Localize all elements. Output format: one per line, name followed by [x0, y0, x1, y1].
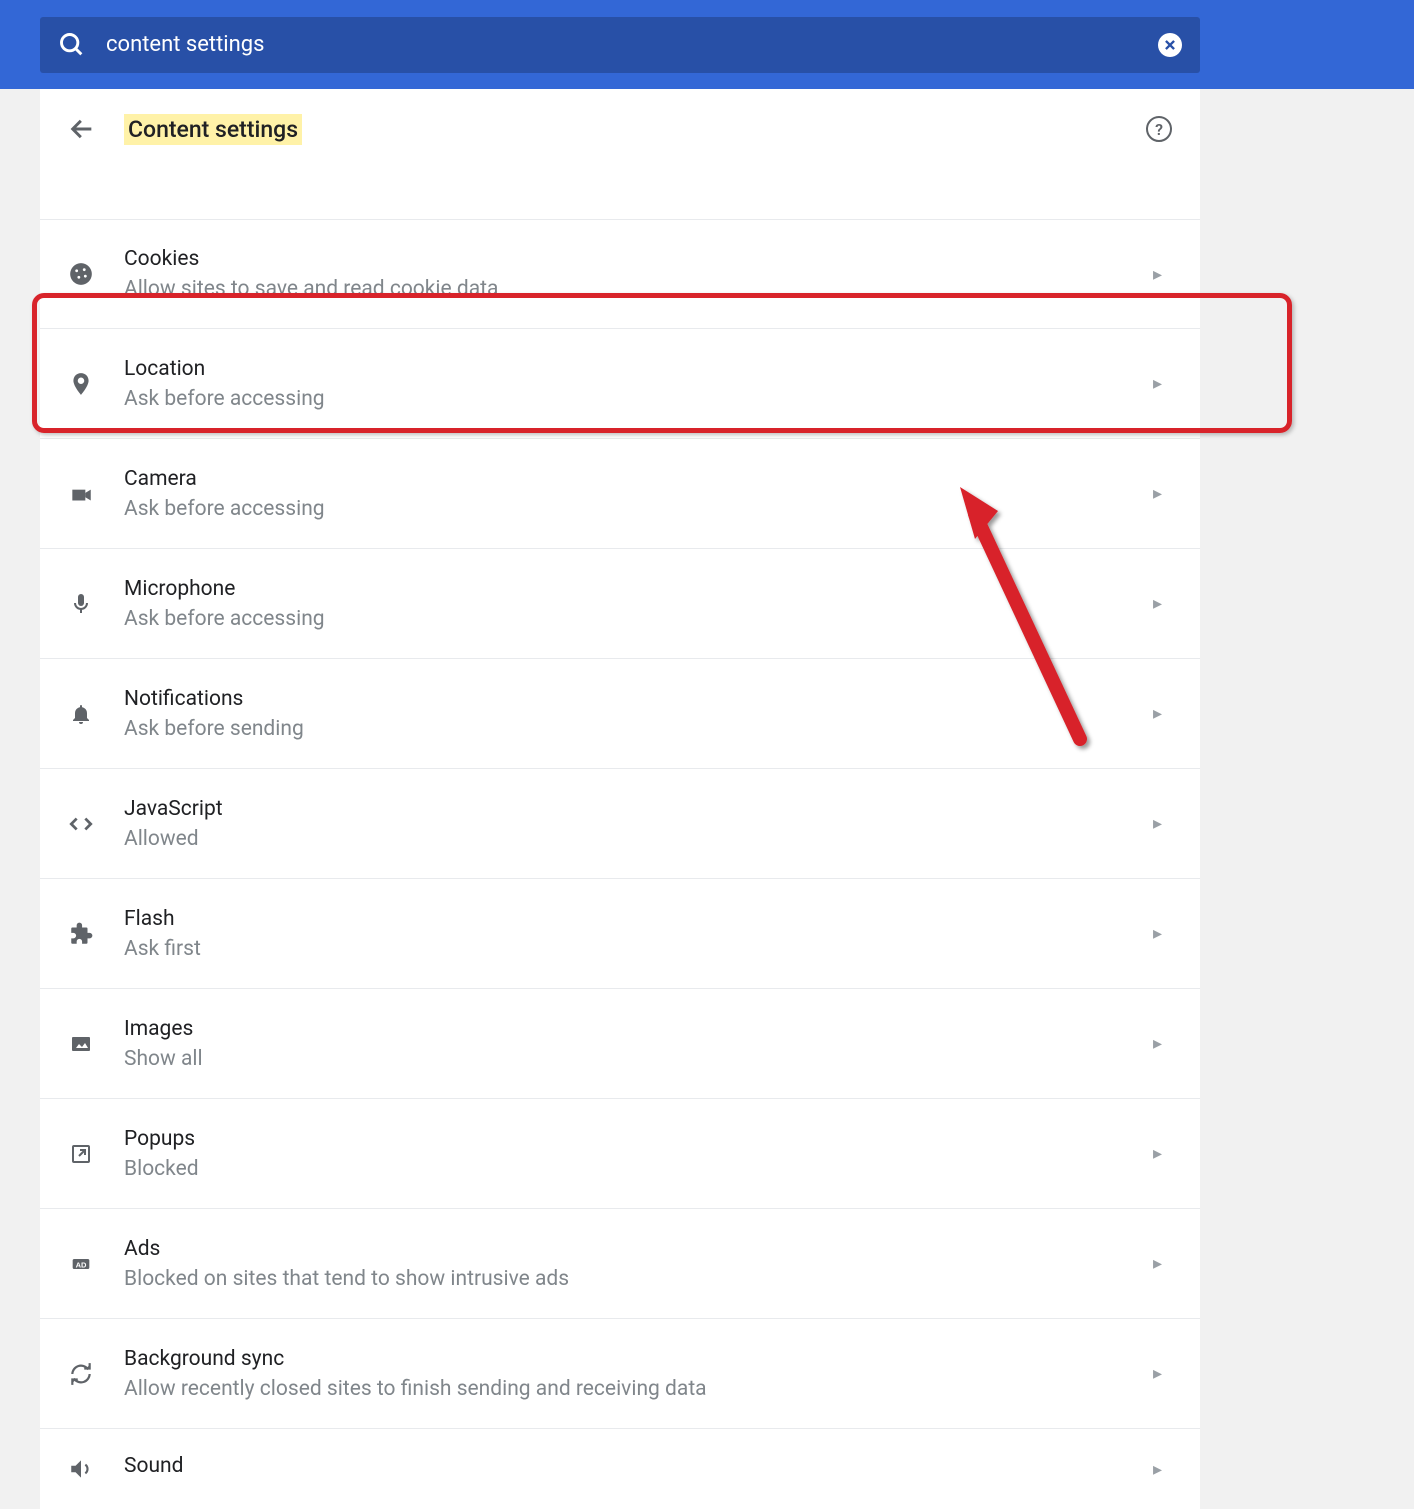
setting-cookies[interactable]: Cookies Allow sites to save and read coo… [40, 219, 1200, 329]
setting-title: Camera [124, 467, 1153, 491]
setting-text: Flash Ask first [124, 907, 1153, 961]
setting-text: Background sync Allow recently closed si… [124, 1347, 1153, 1401]
chevron-right-icon: ▸ [1153, 1253, 1162, 1274]
setting-text: Sound [124, 1454, 1153, 1484]
setting-text: Camera Ask before accessing [124, 467, 1153, 521]
setting-camera[interactable]: Camera Ask before accessing ▸ [40, 439, 1200, 549]
setting-subtitle: Blocked [124, 1157, 1153, 1181]
image-icon [68, 1031, 94, 1057]
chevron-right-icon: ▸ [1153, 703, 1162, 724]
setting-location[interactable]: Location Ask before accessing ▸ [40, 329, 1200, 439]
chevron-right-icon: ▸ [1153, 1033, 1162, 1054]
bell-icon [68, 701, 94, 727]
setting-subtitle: Ask before sending [124, 717, 1153, 741]
settings-list: Cookies Allow sites to save and read coo… [40, 219, 1200, 1509]
sync-icon [68, 1361, 94, 1387]
setting-subtitle: Ask first [124, 937, 1153, 961]
chevron-right-icon: ▸ [1153, 813, 1162, 834]
chevron-right-icon: ▸ [1153, 483, 1162, 504]
setting-images[interactable]: Images Show all ▸ [40, 989, 1200, 1099]
extension-icon [68, 921, 94, 947]
chevron-right-icon: ▸ [1153, 593, 1162, 614]
setting-subtitle: Show all [124, 1047, 1153, 1071]
chevron-right-icon: ▸ [1153, 373, 1162, 394]
setting-text: Popups Blocked [124, 1127, 1153, 1181]
svg-text:AD: AD [76, 1260, 87, 1269]
help-icon[interactable]: ? [1146, 116, 1172, 142]
setting-title: Popups [124, 1127, 1153, 1151]
setting-javascript[interactable]: JavaScript Allowed ▸ [40, 769, 1200, 879]
location-icon [68, 371, 94, 397]
setting-text: Cookies Allow sites to save and read coo… [124, 247, 1153, 301]
content-panel: Content settings ? Cookies Allow sites t… [40, 89, 1200, 1509]
setting-title: JavaScript [124, 797, 1153, 821]
setting-background-sync[interactable]: Background sync Allow recently closed si… [40, 1319, 1200, 1429]
setting-sound[interactable]: Sound ▸ [40, 1429, 1200, 1509]
setting-title: Images [124, 1017, 1153, 1041]
back-arrow-icon[interactable] [68, 115, 96, 143]
setting-title: Notifications [124, 687, 1153, 711]
setting-ads[interactable]: AD Ads Blocked on sites that tend to sho… [40, 1209, 1200, 1319]
setting-subtitle: Allowed [124, 827, 1153, 851]
setting-title: Microphone [124, 577, 1153, 601]
camera-icon [68, 481, 94, 507]
setting-title: Sound [124, 1454, 1153, 1478]
clear-search-icon[interactable] [1158, 33, 1182, 57]
setting-subtitle: Ask before accessing [124, 497, 1153, 521]
setting-text: Location Ask before accessing [124, 357, 1153, 411]
setting-subtitle: Blocked on sites that tend to show intru… [124, 1267, 1153, 1291]
page-header: Content settings ? [40, 89, 1200, 169]
setting-subtitle: Ask before accessing [124, 607, 1153, 631]
setting-title: Background sync [124, 1347, 1153, 1371]
setting-microphone[interactable]: Microphone Ask before accessing ▸ [40, 549, 1200, 659]
setting-notifications[interactable]: Notifications Ask before sending ▸ [40, 659, 1200, 769]
setting-text: JavaScript Allowed [124, 797, 1153, 851]
microphone-icon [68, 591, 94, 617]
page-title: Content settings [124, 114, 302, 145]
chevron-right-icon: ▸ [1153, 1363, 1162, 1384]
popup-icon [68, 1141, 94, 1167]
setting-text: Images Show all [124, 1017, 1153, 1071]
setting-title: Flash [124, 907, 1153, 931]
setting-title: Cookies [124, 247, 1153, 271]
sound-icon [68, 1456, 94, 1482]
setting-title: Location [124, 357, 1153, 381]
ad-icon: AD [68, 1251, 94, 1277]
search-icon [58, 31, 86, 59]
setting-text: Ads Blocked on sites that tend to show i… [124, 1237, 1153, 1291]
setting-subtitle: Allow recently closed sites to finish se… [124, 1377, 1153, 1401]
chevron-right-icon: ▸ [1153, 923, 1162, 944]
setting-text: Microphone Ask before accessing [124, 577, 1153, 631]
setting-popups[interactable]: Popups Blocked ▸ [40, 1099, 1200, 1209]
search-container[interactable]: content settings [40, 17, 1200, 73]
code-icon [68, 811, 94, 837]
setting-subtitle: Allow sites to save and read cookie data [124, 277, 1153, 301]
setting-text: Notifications Ask before sending [124, 687, 1153, 741]
chevron-right-icon: ▸ [1153, 1459, 1162, 1480]
setting-flash[interactable]: Flash Ask first ▸ [40, 879, 1200, 989]
setting-subtitle: Ask before accessing [124, 387, 1153, 411]
search-bar: content settings [0, 0, 1414, 89]
cookie-icon [68, 261, 94, 287]
setting-title: Ads [124, 1237, 1153, 1261]
chevron-right-icon: ▸ [1153, 1143, 1162, 1164]
search-input[interactable]: content settings [106, 32, 1158, 57]
chevron-right-icon: ▸ [1153, 264, 1162, 285]
